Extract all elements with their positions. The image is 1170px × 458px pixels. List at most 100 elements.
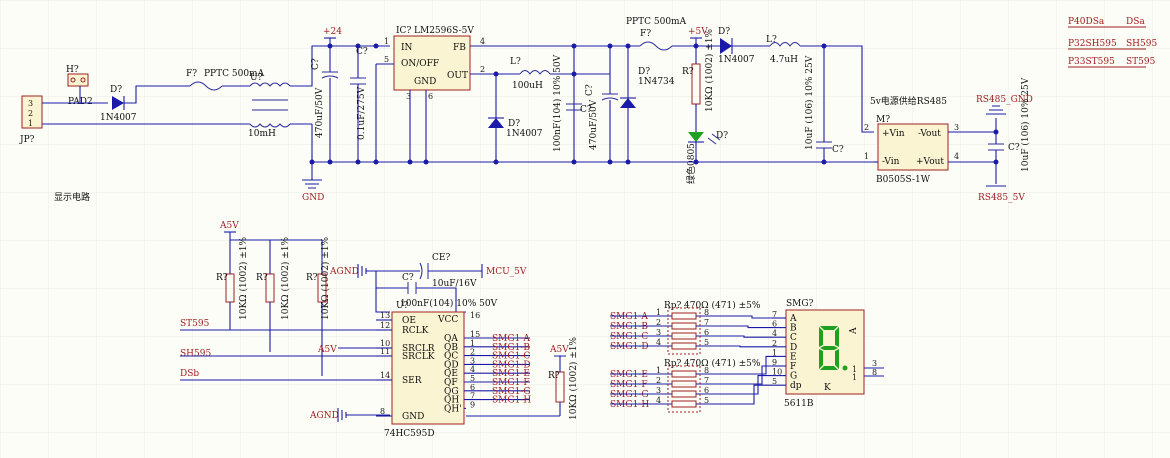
- smg-com-pin-8: 8: [872, 368, 877, 377]
- smg-k-label: K: [824, 383, 831, 393]
- smg-seg-dp: dp: [790, 381, 802, 391]
- u-left-pin-name-8: GND: [402, 412, 424, 422]
- rp1-net-1: SMG1-B: [610, 322, 648, 332]
- m-title: 5v电源供给RS485: [870, 95, 947, 107]
- a5v-top-label: A5V: [219, 221, 239, 231]
- rp2-pin-l-2: 3: [656, 386, 661, 395]
- led-label: D?: [716, 131, 728, 141]
- rp1-net-3: SMG1-D: [610, 342, 649, 352]
- m-pin-num-2: 2: [864, 123, 869, 132]
- ic-pin-in: IN: [401, 43, 413, 53]
- l2-val: 4.7uH: [770, 55, 798, 65]
- rp1-pin-r-1: 7: [704, 318, 709, 327]
- fuse1-label: F?: [186, 69, 197, 79]
- cm-label: U?: [250, 73, 263, 83]
- section-label-display: 显示电路: [54, 191, 90, 203]
- u-right-pin-num-2: 2: [470, 348, 475, 357]
- jp-pin-3: 3: [28, 99, 33, 108]
- a5v-r4: A5V: [549, 345, 569, 355]
- ic-pin-num-1: 1: [384, 37, 389, 46]
- c2-val: 0.1uF/275V: [357, 86, 367, 140]
- rp1-net-2: SMG1-C: [610, 332, 648, 342]
- u-right-pin-num-6: 6: [470, 383, 475, 392]
- a5v-mid-label: A5V: [317, 345, 337, 355]
- smg-com-label-2: 1: [852, 373, 857, 382]
- rp1-pin-r-3: 5: [704, 338, 709, 347]
- h-label: H?: [66, 65, 79, 75]
- l1-val: 100uH: [512, 81, 543, 91]
- c5-val: 10uF (106) 10% 25V: [804, 55, 815, 150]
- r-led-val: 10KΩ (1002) ±1%: [704, 28, 715, 112]
- ic-part: LM2596S-5V: [414, 26, 474, 36]
- rp2-pin-r-3: 5: [704, 396, 709, 405]
- rp1-pin-l-1: 2: [656, 318, 661, 327]
- rp2-pin-l-1: 2: [656, 376, 661, 385]
- m-pin-num-4: 4: [954, 152, 959, 161]
- c6-val: 10uF (106) 10% 25V: [1020, 77, 1031, 172]
- r3-val: 10KΩ (1002) ±1%: [320, 236, 331, 320]
- net-sh595: SH595: [180, 349, 211, 359]
- ic-pin-fb: FB: [453, 43, 466, 53]
- ic-pin-gnd: GND: [414, 77, 436, 87]
- u-right-pin-num-1: 1: [470, 339, 475, 348]
- smg-a-label: A: [849, 327, 859, 335]
- ic-pin-onoff: ON/OFF: [401, 59, 439, 69]
- rp2-net-2: SMG1-G: [610, 390, 649, 400]
- u-left-pin-name-14: SER: [402, 376, 422, 386]
- rp2-net-0: SMG1-E: [610, 370, 648, 380]
- m-pin-num-3: 3: [954, 123, 959, 132]
- gnd-label: GND: [302, 193, 324, 203]
- u-right-pin-num-4: 4: [470, 365, 475, 374]
- net-plus24-label: +24: [323, 27, 342, 37]
- dz-part: 1N4734: [638, 77, 675, 87]
- u-right-pin-name-9: QH': [444, 404, 462, 414]
- u-left-pin-name-11: SRCLK: [402, 352, 435, 362]
- net-table-left-2: P33ST595: [1068, 57, 1115, 67]
- smg-part: 5611B: [784, 399, 814, 409]
- u-vcc-num: 16: [470, 311, 480, 320]
- rp2-pin-r-0: 8: [704, 366, 709, 375]
- ic-pin-num-2: 2: [480, 65, 485, 74]
- smg-seg-pin-a: 7: [772, 310, 777, 319]
- u-left-pin-num-13: 13: [380, 311, 390, 320]
- rp2-network[interactable]: Rp? 470Ω (471) ±5%: [664, 358, 761, 369]
- m-pin-vout-n: -Vout: [918, 129, 941, 139]
- smg-seg-pin-g: 10: [772, 368, 782, 377]
- r2-val: 10KΩ (1002) ±1%: [280, 236, 291, 320]
- agnd-bottom-label: AGND: [309, 411, 339, 421]
- l1-label: L?: [510, 57, 521, 67]
- u-right-pin-num-9: 9: [470, 400, 475, 409]
- fuse2-part: PPTC 500mA: [626, 17, 687, 27]
- smg-seg-pin-b: 6: [772, 320, 777, 329]
- jp-pin-1: 1: [28, 119, 33, 128]
- ic-lm2596[interactable]: IC? LM2596S-5V IN ON/OFF GND FB OUT 1 5 …: [384, 26, 485, 101]
- m-pin-num-1: 1: [864, 152, 869, 161]
- m-pin-vin-p: +Vin: [882, 129, 905, 139]
- rp1-network[interactable]: Rp? 470Ω (471) ±5%: [664, 300, 761, 311]
- smg-seg-pin-dp: 5: [772, 377, 777, 386]
- ic-pin-num-5: 5: [384, 55, 389, 64]
- cm-part: 10mH: [248, 129, 276, 139]
- u-net-smg1-h: SMG1-H: [492, 396, 531, 406]
- smg-seg-pin-e: 1: [772, 348, 777, 357]
- c3-val: 100nF(104) 10% 50V: [552, 54, 563, 152]
- ce-label: CE?: [432, 253, 450, 263]
- r-led-label: R?: [682, 67, 694, 77]
- rp2-val: 470Ω (471) ±5%: [684, 358, 761, 369]
- smg-com-pin-3: 3: [872, 359, 877, 368]
- m-label: M?: [876, 115, 890, 125]
- u-right-pin-num-15: 15: [470, 330, 480, 339]
- u-right-pin-num-5: 5: [470, 374, 475, 383]
- c4-label: C?: [585, 84, 595, 96]
- rp1-pin-l-0: 1: [656, 308, 661, 317]
- u-left-pin-num-14: 14: [380, 371, 390, 380]
- mcu5v-label: MCU_5V: [486, 267, 527, 277]
- rp2-pin-l-3: 4: [656, 396, 661, 405]
- rp2-pin-r-2: 6: [704, 386, 709, 395]
- r4-label: R?: [548, 371, 560, 381]
- net-table-left-1: P32SH595: [1068, 39, 1117, 49]
- c1-label: C?: [311, 58, 321, 70]
- d-fw-label: D?: [508, 119, 520, 129]
- smg-seg-e: E: [790, 352, 797, 362]
- r3-label: R?: [306, 273, 318, 283]
